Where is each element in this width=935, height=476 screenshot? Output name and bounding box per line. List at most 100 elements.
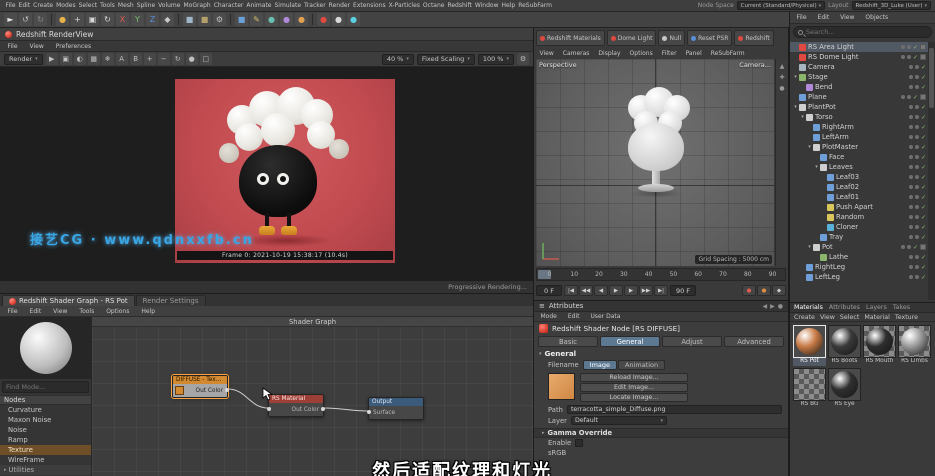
visibility-dot-editor[interactable] — [908, 85, 913, 89]
object-row[interactable]: Cloner ✓ — [790, 222, 928, 232]
enabled-check-icon[interactable]: ✓ — [921, 104, 926, 111]
enabled-check-icon[interactable]: ✓ — [921, 194, 926, 201]
field-icon[interactable]: ● — [295, 13, 308, 26]
visibility-dot-render[interactable] — [914, 175, 919, 179]
materials-menu-item[interactable]: Select — [840, 314, 859, 321]
visibility-dot-editor[interactable] — [908, 105, 913, 109]
viewport-menu-item[interactable]: ReSubFarm — [709, 50, 746, 57]
visibility-dot-render[interactable] — [914, 205, 919, 209]
enabled-check-icon[interactable]: ✓ — [921, 214, 926, 221]
enabled-check-icon[interactable]: ✓ — [921, 84, 926, 91]
visibility-dot-render[interactable] — [914, 195, 919, 199]
zoom-in-icon[interactable]: + — [143, 53, 156, 65]
object-row[interactable]: Bend ✓ — [790, 82, 928, 92]
visibility-dot-render[interactable] — [914, 145, 919, 149]
object-search[interactable] — [793, 26, 932, 38]
x-axis-lock-icon[interactable]: X — [116, 13, 129, 26]
shader-node-list-item[interactable]: ▸ Utilities — [0, 465, 91, 475]
menubar-item[interactable]: MoGraph — [182, 2, 212, 9]
lock-icon[interactable]: ● — [778, 303, 783, 310]
menubar-item[interactable]: Extensions — [352, 2, 388, 9]
texture-tag-icon[interactable] — [920, 44, 926, 50]
object-row[interactable]: ▾ Pot ✓ — [790, 242, 928, 252]
live-selection-icon[interactable]: ● — [56, 13, 69, 26]
enabled-check-icon[interactable]: ✓ — [921, 264, 926, 271]
viewport-toolbar-button[interactable]: Dome Light — [606, 30, 657, 46]
visibility-dot-render[interactable] — [914, 65, 919, 69]
next-frame-button[interactable]: ▶ — [624, 285, 638, 296]
visibility-dot-render[interactable] — [914, 85, 919, 89]
viewport-toolbar-button[interactable]: Redshift — [734, 30, 774, 46]
visibility-dot-render[interactable] — [914, 235, 919, 239]
visibility-dot-editor[interactable] — [908, 65, 913, 69]
output-node[interactable]: Output Surface — [367, 397, 424, 420]
general-section-header[interactable]: ▾ General — [534, 348, 788, 359]
collapse-arrow-icon[interactable]: ▾ — [806, 144, 813, 150]
enabled-check-icon[interactable]: ✓ — [921, 164, 926, 171]
object-row[interactable]: ▾ PlantPot ✓ — [790, 102, 928, 112]
attributes-tab-general[interactable]: General — [600, 336, 660, 347]
visibility-dot-editor[interactable] — [900, 95, 905, 99]
menubar-item[interactable]: Spline — [135, 2, 156, 9]
view-label[interactable]: Perspective — [539, 61, 577, 69]
texture-node[interactable]: DIFFUSE - Tex... Out Color — [171, 374, 229, 399]
rotate-tool-icon[interactable]: ↻ — [101, 13, 114, 26]
shader-graph-menu-item[interactable]: View — [52, 308, 69, 315]
shader-graph-menu-item[interactable]: Help — [140, 308, 157, 315]
visibility-dot-editor[interactable] — [908, 275, 913, 279]
cursor-icon[interactable]: ► — [4, 13, 17, 26]
object-row[interactable]: Lathe ✓ — [790, 252, 928, 262]
materials-tab-layers[interactable]: Layers — [866, 304, 887, 311]
node-search-input[interactable] — [6, 383, 85, 391]
enabled-check-icon[interactable]: ✓ — [913, 244, 918, 251]
enabled-check-icon[interactable]: ✓ — [913, 44, 918, 51]
shader-node-list-item[interactable]: Ramp — [0, 435, 91, 445]
menubar-item[interactable]: Window — [473, 2, 500, 9]
object-row[interactable]: ▾ Stage ✓ — [790, 72, 928, 82]
materials-menu-item[interactable]: Create — [794, 314, 815, 321]
node-space-select[interactable]: Current (Standard/Physical) ▾ — [736, 1, 826, 10]
enabled-check-icon[interactable]: ✓ — [921, 114, 926, 121]
materials-tab-materials[interactable]: Materials — [794, 304, 823, 311]
menubar-item[interactable]: ReSubFarm — [517, 2, 554, 9]
visibility-dot-editor[interactable] — [908, 235, 913, 239]
object-row[interactable]: Tray ✓ — [790, 232, 928, 242]
materials-tab-takes[interactable]: Takes — [893, 304, 910, 311]
volume-icon[interactable]: ● — [280, 13, 293, 26]
camera-menu[interactable]: Camera... — [739, 61, 771, 69]
object-tree-scrollbar[interactable] — [928, 42, 935, 300]
material-item[interactable]: RS Pot — [793, 325, 826, 366]
object-row[interactable]: ▾ Torso ✓ — [790, 112, 928, 122]
current-frame-field[interactable]: 0 F — [536, 285, 562, 296]
enabled-check-icon[interactable]: ✓ — [921, 174, 926, 181]
visibility-dot-render[interactable] — [914, 225, 919, 229]
output-port[interactable] — [225, 388, 229, 392]
viewport-canvas[interactable]: Perspective Camera... Grid Spacing : 500… — [536, 59, 774, 266]
menubar-item[interactable]: Simulate — [273, 2, 303, 9]
visibility-dot-render[interactable] — [914, 265, 919, 269]
z-axis-lock-icon[interactable]: Z — [146, 13, 159, 26]
path-input[interactable]: terracotta_simple_Diffuse.png — [566, 405, 782, 414]
shader-graph-menu-item[interactable]: Edit — [28, 308, 43, 315]
object-row[interactable]: Leaf03 ✓ — [790, 172, 928, 182]
enabled-check-icon[interactable]: ✓ — [921, 74, 926, 81]
prev-key-button[interactable]: ◀◀ — [579, 285, 593, 296]
menubar-item[interactable]: Select — [77, 2, 99, 9]
view-switch-icon[interactable]: ▲ — [780, 63, 785, 70]
object-row[interactable]: LeftLeg ✓ — [790, 272, 928, 282]
visibility-dot-render[interactable] — [914, 255, 919, 259]
visibility-dot-editor[interactable] — [900, 245, 905, 249]
menubar-item[interactable]: X-Particles — [387, 2, 421, 9]
image-action-button[interactable]: Reload Image... — [580, 373, 688, 382]
menubar-item[interactable]: Volume — [157, 2, 182, 9]
object-row[interactable]: RS Dome Light ✓ — [790, 52, 928, 62]
collapse-arrow-icon[interactable]: ▾ — [813, 164, 820, 170]
menubar-item[interactable]: Animate — [245, 2, 273, 9]
viewport-menu-item[interactable]: Panel — [684, 50, 703, 57]
texture-tag-icon[interactable] — [920, 244, 926, 250]
object-search-input[interactable] — [806, 28, 927, 36]
channel-b-icon[interactable]: B — [129, 53, 142, 65]
viewport-menu-item[interactable]: Display — [597, 50, 622, 57]
object-row[interactable]: Leaf01 ✓ — [790, 192, 928, 202]
scaling-mode-select[interactable]: Fixed Scaling ▾ — [416, 53, 475, 65]
